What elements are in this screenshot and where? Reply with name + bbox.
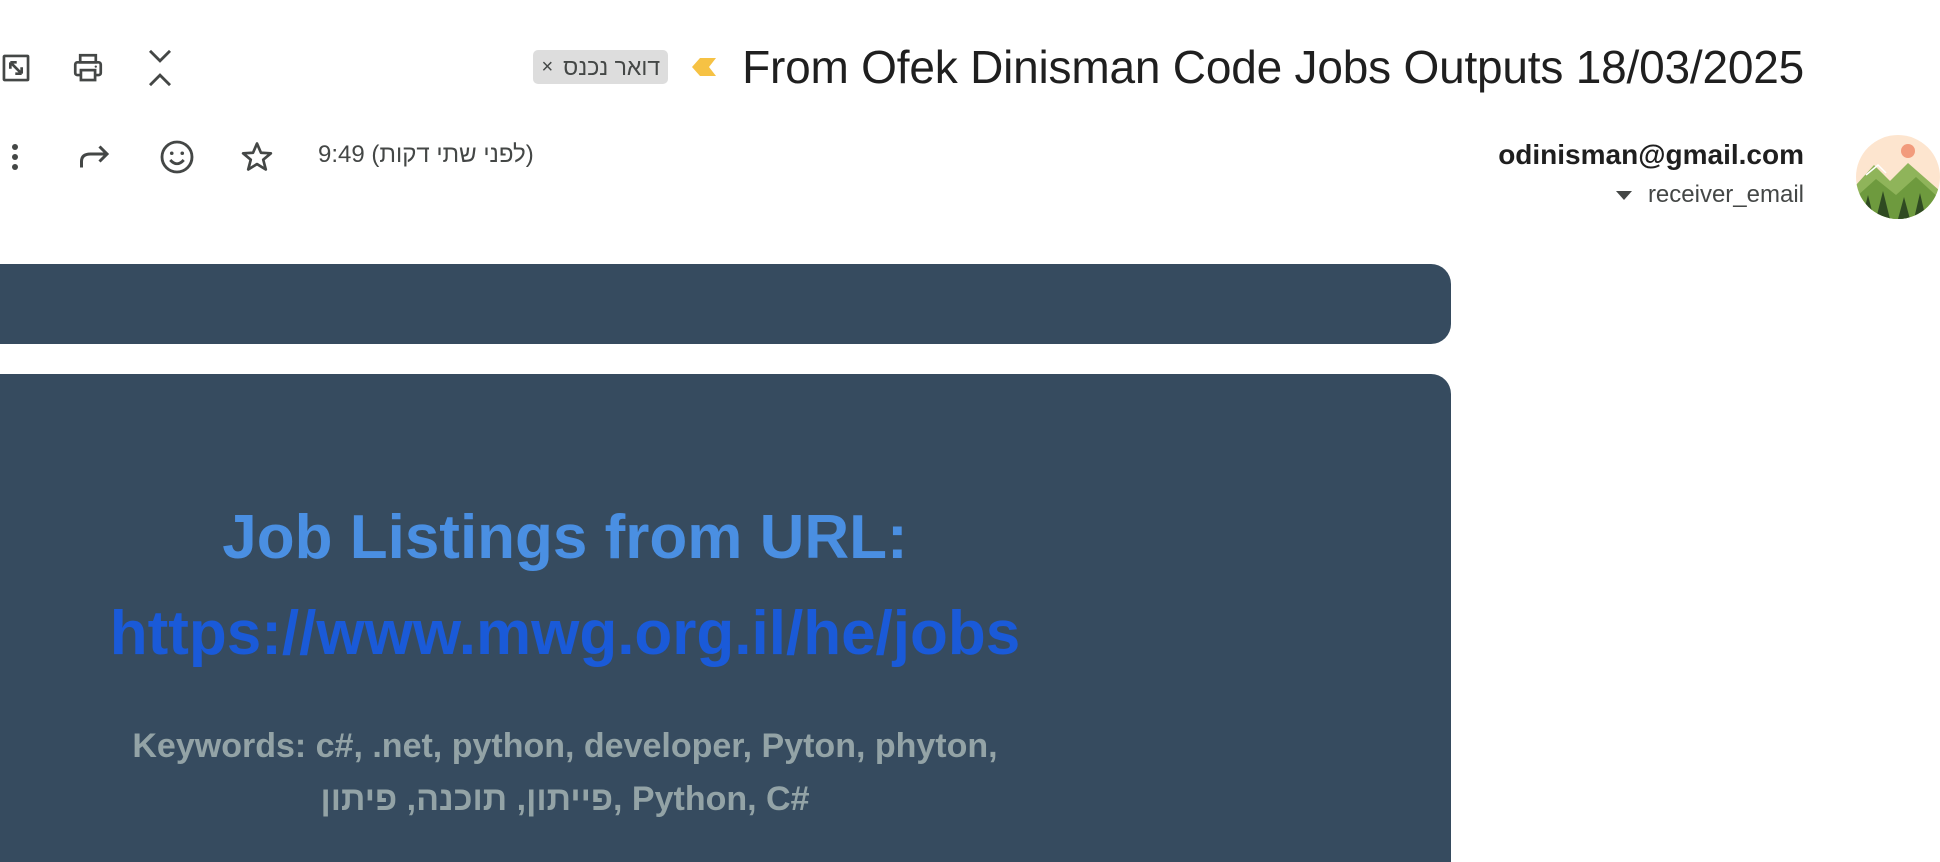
print-icon[interactable] bbox=[68, 48, 108, 88]
receiver-email: receiver_email bbox=[1647, 181, 1804, 208]
email-subject: From Ofek Dinisman Code Jobs Outputs 18/… bbox=[742, 41, 1804, 93]
forward-icon[interactable] bbox=[74, 136, 116, 178]
email-view: × דואר נכנס From Ofek Dinisman Code Jobs… bbox=[0, 0, 1940, 862]
chevron-down-icon bbox=[1615, 190, 1632, 200]
keywords-line-1: Keywords: c#, .net, python, developer, P… bbox=[132, 727, 998, 765]
more-options-icon[interactable] bbox=[0, 136, 36, 178]
email-body-card: Job Listings from URL: https://www.mwg.o… bbox=[0, 374, 1451, 862]
message-timestamp: 9:49 (לפני שתי דקות) bbox=[318, 141, 534, 168]
remove-label-icon[interactable]: × bbox=[541, 56, 553, 79]
keywords-text: Keywords: c#, .net, python, developer, P… bbox=[80, 720, 1050, 826]
inbox-label-chip[interactable]: × דואר נכנס bbox=[533, 50, 669, 84]
important-marker-icon[interactable] bbox=[690, 56, 717, 78]
email-header-banner bbox=[0, 264, 1451, 344]
sender-email[interactable]: odinisman@gmail.com bbox=[1498, 139, 1804, 171]
recipient-details-toggle[interactable]: receiver_email bbox=[1615, 181, 1804, 209]
star-icon[interactable] bbox=[236, 136, 278, 178]
avatar[interactable] bbox=[1856, 135, 1940, 219]
label-chip-text: דואר נכנס bbox=[563, 53, 661, 80]
keywords-line-2: פייתון, תוכנה, פיתון, Python, C# bbox=[320, 780, 810, 818]
collapse-all-icon[interactable] bbox=[140, 48, 180, 88]
jobs-url-link[interactable]: https://www.mwg.org.il/he/jobs bbox=[0, 598, 1150, 669]
subject-row: × דואר נכנס From Ofek Dinisman Code Jobs… bbox=[533, 38, 1804, 96]
open-in-new-window-icon[interactable] bbox=[0, 48, 36, 88]
listing-title: Job Listings from URL: bbox=[222, 503, 908, 572]
emoji-reaction-icon[interactable] bbox=[156, 136, 198, 178]
